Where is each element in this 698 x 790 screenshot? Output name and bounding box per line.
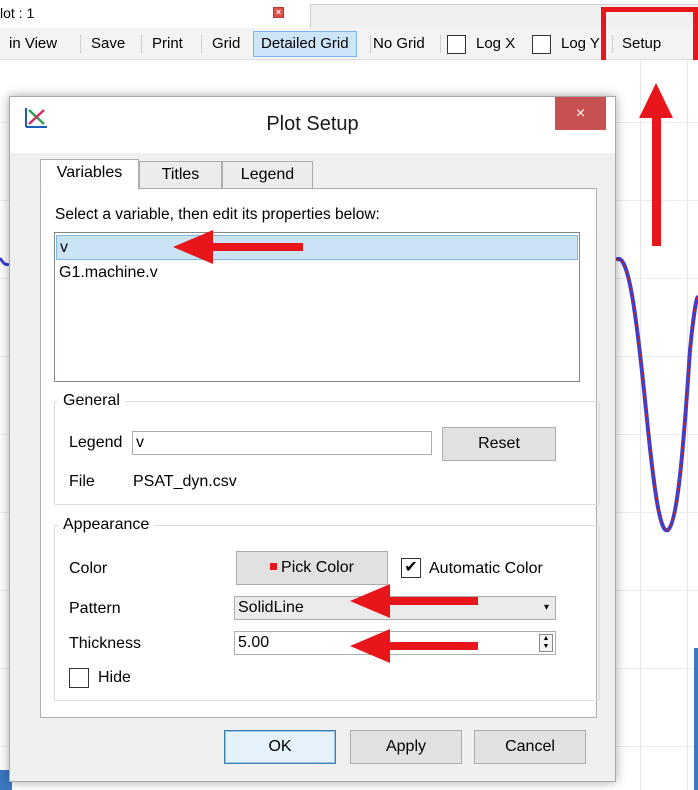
- toolbar-separator: [440, 35, 441, 53]
- log-x-checkbox[interactable]: [447, 35, 466, 54]
- legend-label: Legend: [69, 434, 123, 451]
- log-y-checkbox[interactable]: [532, 35, 551, 54]
- hide-label: Hide: [98, 669, 131, 686]
- toolbar-separator: [141, 35, 142, 53]
- list-item[interactable]: v: [56, 235, 578, 260]
- toolbar-separator: [80, 35, 81, 53]
- close-icon[interactable]: ×: [555, 97, 606, 130]
- reset-button[interactable]: Reset: [442, 427, 556, 461]
- file-label: File: [69, 473, 95, 490]
- list-item[interactable]: G1.machine.v: [56, 260, 578, 285]
- color-swatch: [270, 562, 278, 570]
- plot-setup-dialog: Plot Setup × Variables Titles Legend Sel…: [9, 96, 616, 782]
- side-panel-edge: [694, 648, 698, 790]
- general-group-title: General: [58, 392, 125, 410]
- tab-titles[interactable]: Titles: [139, 161, 222, 189]
- cancel-button[interactable]: Cancel: [474, 730, 586, 764]
- zoom-in-view-button[interactable]: in View: [2, 31, 64, 57]
- appearance-group-title: Appearance: [58, 516, 155, 534]
- hide-checkbox[interactable]: [69, 668, 89, 688]
- legend-input[interactable]: v: [132, 431, 432, 455]
- tab-legend[interactable]: Legend: [222, 161, 313, 189]
- no-grid-button[interactable]: No Grid: [366, 31, 432, 57]
- thickness-label: Thickness: [69, 635, 142, 652]
- pattern-select[interactable]: SolidLine ▾: [234, 596, 556, 620]
- ok-button[interactable]: OK: [224, 730, 336, 764]
- file-value: PSAT_dyn.csv: [133, 473, 237, 490]
- pattern-value: SolidLine: [238, 599, 304, 616]
- thickness-spinbox[interactable]: 5.00 ▲ ▼: [234, 631, 556, 655]
- plot-tab-title[interactable]: lot : 1: [0, 5, 34, 21]
- save-button[interactable]: Save: [84, 31, 132, 57]
- plot-toolbar: in View Save Print Grid Detailed Grid No…: [0, 28, 698, 60]
- dropdown-arrow-icon: ▾: [543, 602, 549, 613]
- variable-list[interactable]: v G1.machine.v: [54, 232, 580, 382]
- spin-arrows-icon[interactable]: ▲ ▼: [539, 634, 553, 652]
- checkmark-icon: ✔: [404, 559, 418, 576]
- thickness-value: 5.00: [238, 634, 270, 651]
- pattern-label: Pattern: [69, 600, 121, 617]
- grid-button[interactable]: Grid: [205, 31, 247, 57]
- toolbar-separator: [201, 35, 202, 53]
- pick-color-button[interactable]: Pick Color: [236, 551, 388, 585]
- detailed-grid-button[interactable]: Detailed Grid: [253, 31, 357, 57]
- color-label: Color: [69, 560, 108, 577]
- log-y-label: Log Y: [561, 35, 600, 52]
- tab-variables[interactable]: Variables: [40, 159, 139, 190]
- tab-strip: lot : 1 ×: [0, 0, 698, 28]
- automatic-color-checkbox[interactable]: ✔: [401, 558, 421, 578]
- variable-instruction: Select a variable, then edit its propert…: [55, 206, 380, 223]
- dialog-title: Plot Setup: [266, 113, 359, 135]
- pick-color-label: Pick Color: [281, 559, 354, 576]
- log-x-label: Log X: [476, 35, 516, 52]
- print-button[interactable]: Print: [145, 31, 190, 57]
- apply-button[interactable]: Apply: [350, 730, 462, 764]
- dialog-title-bar[interactable]: Plot Setup ×: [10, 97, 615, 153]
- automatic-color-label: Automatic Color: [429, 560, 543, 577]
- tab-close-icon[interactable]: ×: [273, 7, 284, 18]
